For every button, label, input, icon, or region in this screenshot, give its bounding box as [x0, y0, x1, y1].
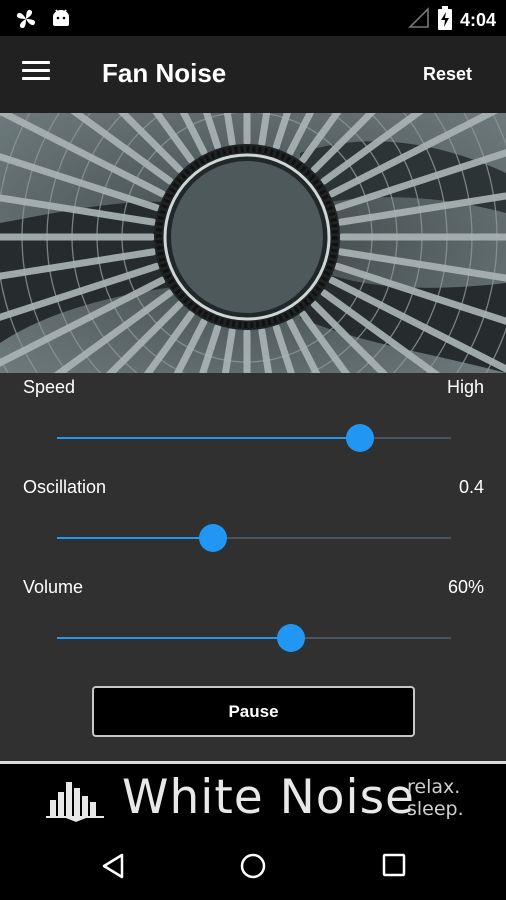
battery-charging-icon [437, 6, 452, 35]
oscillation-slider[interactable] [57, 524, 451, 552]
white-noise-banner[interactable]: White Noise relax. sleep. [0, 761, 506, 832]
volume-slider-fill [57, 637, 292, 639]
hamburger-menu-icon[interactable] [22, 61, 56, 89]
oscillation-slider-thumb[interactable] [199, 524, 228, 552]
volume-slider-thumb[interactable] [277, 624, 306, 652]
navigation-bar [0, 832, 506, 900]
speed-value: High [446, 377, 484, 397]
oscillation-value: 0.4 [458, 477, 484, 497]
speed-slider-fill [57, 437, 361, 439]
oscillation-label: Oscillation [23, 477, 107, 497]
reset-button[interactable]: Reset [423, 64, 472, 85]
oscillation-control: Oscillation 0.4 [0, 473, 506, 573]
banner-tagline: relax. sleep. [407, 776, 464, 820]
toolbar: Fan Noise Reset [0, 36, 506, 113]
banner-tagline-line1: relax. [407, 776, 461, 798]
home-icon[interactable] [239, 852, 267, 885]
volume-value: 60% [447, 577, 484, 597]
page-title: Fan Noise [102, 58, 227, 88]
volume-control: Volume 60% [0, 573, 506, 673]
fan-image [0, 113, 506, 373]
back-icon[interactable] [100, 852, 126, 885]
speed-slider[interactable] [57, 424, 451, 452]
android-icon [50, 7, 72, 36]
speed-slider-thumb[interactable] [346, 424, 375, 452]
speed-control: Speed High [0, 373, 506, 473]
banner-title: White Noise [122, 770, 415, 825]
pause-button[interactable]: Pause [92, 686, 415, 737]
speed-label: Speed [23, 377, 76, 397]
signal-icon [408, 7, 430, 34]
pinwheel-icon [14, 7, 38, 36]
equalizer-logo-icon [46, 778, 106, 827]
volume-slider[interactable] [57, 624, 451, 652]
recents-icon[interactable] [381, 852, 407, 883]
clock: 4:04 [459, 10, 496, 30]
main-panel: Speed High Oscillation 0.4 Volume 60% Pa… [0, 373, 506, 761]
status-bar: 4:04 [0, 0, 506, 36]
oscillation-slider-fill [57, 537, 214, 539]
banner-tagline-line2: sleep. [407, 798, 464, 820]
volume-label: Volume [23, 577, 84, 597]
